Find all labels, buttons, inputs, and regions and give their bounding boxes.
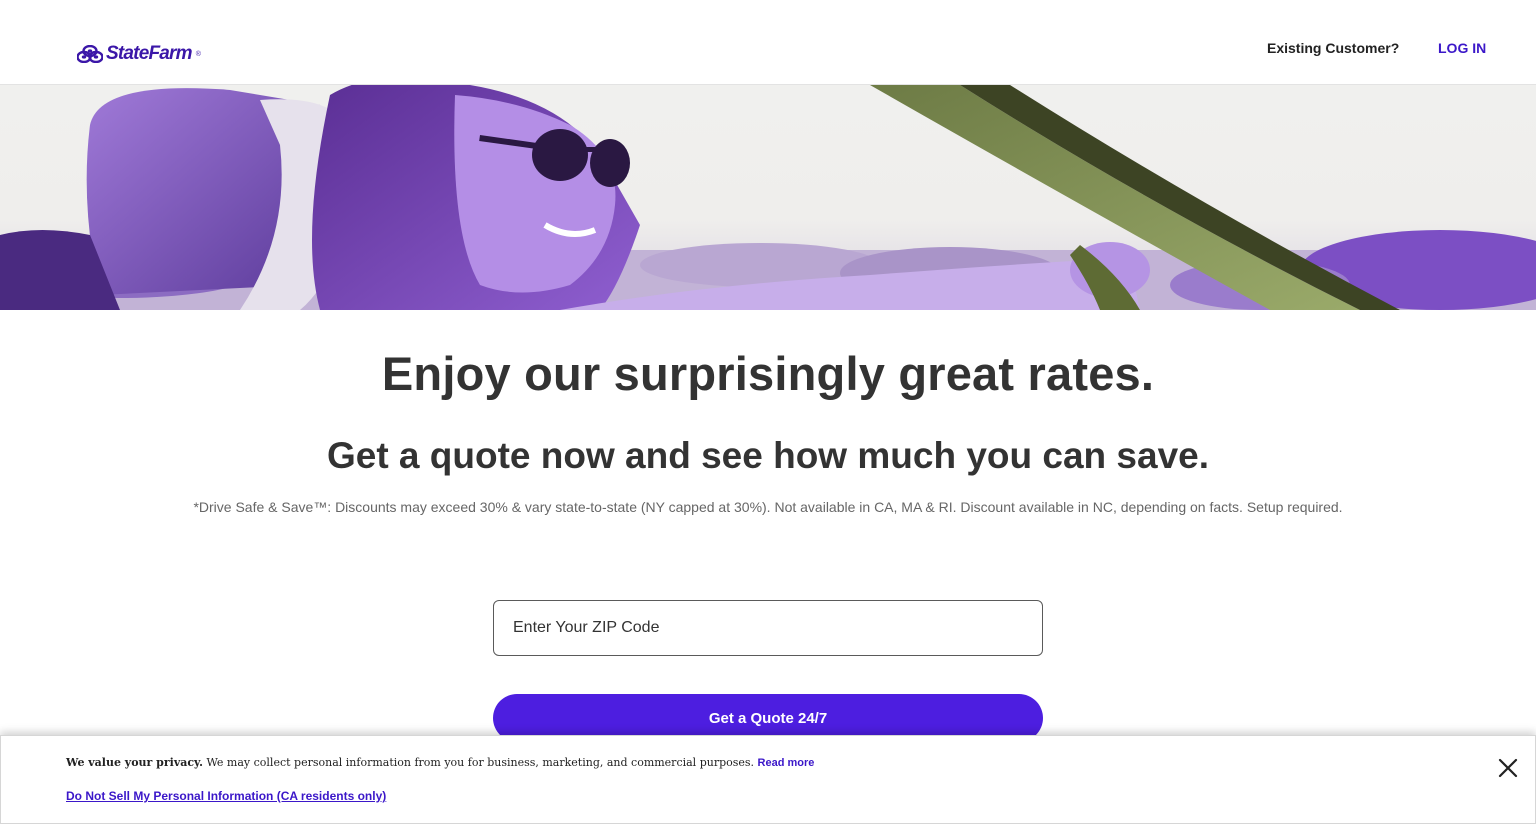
page-headline: Enjoy our surprisingly great rates. xyxy=(381,347,1155,400)
existing-customer-label: Existing Customer? xyxy=(1267,40,1400,56)
logo-wordmark: StateFarm xyxy=(106,43,193,64)
hero-photo xyxy=(0,85,1536,310)
close-icon[interactable] xyxy=(1496,756,1520,780)
login-link[interactable]: LOG IN xyxy=(1438,40,1486,56)
logo-trademark: ® xyxy=(195,50,201,58)
zip-code-input[interactable] xyxy=(493,600,1043,656)
three-ovals-icon xyxy=(77,45,103,63)
state-farm-logo[interactable]: StateFarm ® xyxy=(77,43,201,65)
read-more-link[interactable]: Read more xyxy=(758,757,815,769)
privacy-banner: We value your privacy. We may collect pe… xyxy=(0,735,1536,824)
site-header: StateFarm ® Existing Customer? LOG IN xyxy=(0,0,1536,85)
privacy-message: We value your privacy. We may collect pe… xyxy=(66,756,814,769)
hero-banner xyxy=(0,85,1536,310)
discount-disclaimer: *Drive Safe & Save™: Discounts may excee… xyxy=(193,499,1343,515)
privacy-body: We may collect personal information from… xyxy=(206,756,755,769)
privacy-lead: We value your privacy. xyxy=(66,756,204,769)
do-not-sell-link[interactable]: Do Not Sell My Personal Information (CA … xyxy=(66,789,386,803)
page-subheadline: Get a quote now and see how much you can… xyxy=(326,435,1210,476)
